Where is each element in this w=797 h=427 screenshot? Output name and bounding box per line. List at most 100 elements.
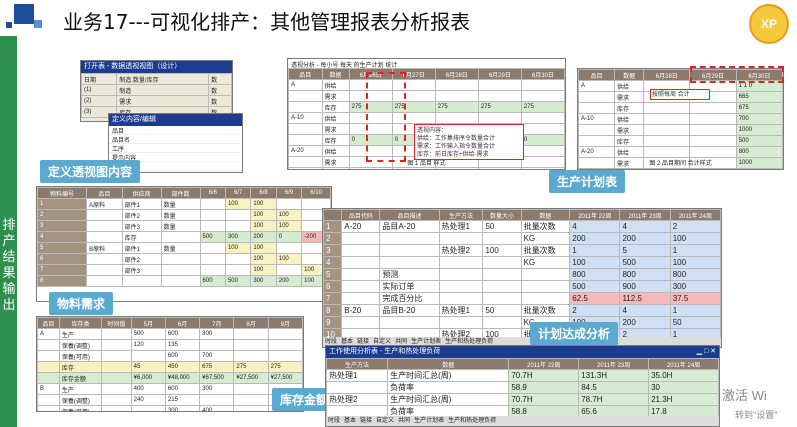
- table-row: 9KG10020050: [323, 316, 721, 329]
- table-cell: 制造.数量/库存: [116, 73, 210, 85]
- table-cell: 7: [323, 292, 343, 305]
- table-cell: [199, 209, 226, 221]
- table-cell: 数量: [160, 209, 201, 221]
- table-cell: 5: [37, 242, 88, 254]
- table-cell: [224, 264, 252, 276]
- table-row: 1 A原料 部件1 数量 100 100: [37, 198, 331, 210]
- minimize-icon[interactable]: ▁: [697, 348, 702, 355]
- table-cell: 275: [434, 101, 479, 113]
- table-cell: 70.7H: [508, 393, 580, 406]
- table-row: 库存 500: [578, 135, 783, 147]
- table-cell: 400: [199, 405, 235, 411]
- table-header-row: 物料编号 品目 供应商 部件数 6/6 6/7 6/8 6/9 6/10: [37, 187, 331, 199]
- table-cell: 200: [619, 316, 671, 329]
- column-header: 库存类: [58, 317, 103, 329]
- table-cell: 100: [275, 209, 303, 221]
- column-header: 生产方法: [438, 209, 484, 221]
- table-cell: [37, 350, 60, 362]
- column-header: 部件数: [160, 187, 201, 199]
- table-cell: [482, 316, 522, 329]
- table-cell: 保養(可用): [58, 350, 103, 362]
- table-cell: 4: [569, 220, 621, 233]
- table-cell: 112.5: [619, 292, 671, 305]
- table-cell: 日期: [81, 73, 118, 85]
- table-cell: [86, 264, 123, 276]
- table-cell: [520, 145, 565, 157]
- table-cell: [438, 292, 484, 305]
- table-row: B 生产 400 600 300: [37, 383, 303, 395]
- sheet-tab[interactable]: 生产和热处理负荷: [448, 418, 496, 424]
- table-cell: 1: [37, 198, 88, 210]
- table-cell: 275: [233, 361, 269, 373]
- table-header-row: 生产方法 数据 2011年 22周 2011年 23周 2011年 24周: [326, 358, 719, 370]
- sheet-tab[interactable]: 链接: [360, 418, 372, 424]
- sheet-tab[interactable]: 基本: [344, 418, 356, 424]
- table-cell: 3: [37, 220, 88, 232]
- table-cell: 3: [323, 244, 343, 257]
- table-cell: 需求: [613, 91, 645, 103]
- column-header: 数量大小: [482, 209, 522, 221]
- load-title: 工作使用分析表 - 生产和热处理负荷: [329, 348, 441, 355]
- table-cell: [434, 167, 479, 169]
- weekly-total-screenshot: 品目 数据 6月28日 6月29日 6月30日 A 供给 1 1 0 需求 665 库存 675 A-1…: [577, 68, 784, 170]
- table-cell: 131.3H: [578, 369, 650, 382]
- table-row: 日期 制造.数量/库存数: [81, 73, 232, 85]
- table-cell: [477, 112, 522, 124]
- table-row: 4 库存 500 300 200 0 -200: [37, 231, 331, 243]
- table-cell: [391, 167, 436, 169]
- table-cell: 热处理2: [438, 244, 484, 257]
- table-cell: 库存金额: [58, 372, 103, 384]
- table-cell: 数: [208, 73, 232, 85]
- table-cell: 800: [569, 268, 621, 281]
- sheet-tab[interactable]: 时段: [328, 418, 340, 424]
- table-cell: ¥6,000: [130, 372, 166, 384]
- table-cell: [233, 394, 269, 406]
- table-row: 1 A-20 品目A-20 热处理1 50 批量次数 4 4 2: [323, 220, 721, 233]
- table-cell: (1): [81, 84, 118, 96]
- table-cell: [288, 167, 323, 169]
- dialog-item[interactable]: 品目名: [109, 135, 242, 144]
- table-cell: [348, 167, 393, 169]
- column-header: 品目: [578, 69, 615, 81]
- table-cell: ¥67,500: [199, 372, 235, 384]
- table-cell: 供给: [321, 112, 350, 124]
- table-cell: 需求: [321, 90, 350, 102]
- table-cell: 300: [250, 275, 277, 287]
- weekly-dashed-box: [690, 66, 784, 83]
- table-cell: 6: [37, 253, 88, 265]
- table-cell: 供给: [321, 79, 350, 91]
- table-cell: [101, 350, 132, 362]
- table-cell: [520, 90, 565, 102]
- table-header-row: 品目 库存类 时间值 5月 6月 7月 8月 9月: [37, 317, 303, 329]
- table-cell: [341, 268, 381, 281]
- table-cell: 热处理1: [438, 220, 484, 233]
- table-cell: [689, 113, 737, 125]
- table-row: 保養(调整) 120 135: [37, 339, 303, 351]
- table-cell: 保養(可用): [58, 405, 103, 411]
- sheet-tab[interactable]: 生产计划表: [414, 418, 444, 424]
- maximize-icon[interactable]: □: [704, 348, 708, 355]
- table-cell: 700: [735, 113, 783, 125]
- table-cell: 100: [669, 256, 721, 269]
- table-row: 5 预测 800 800 800: [323, 268, 721, 281]
- close-icon[interactable]: ✕: [710, 348, 716, 355]
- table-cell: 9: [323, 316, 343, 329]
- table-cell: 500: [619, 256, 671, 269]
- table-cell: [379, 316, 440, 329]
- dialog-item[interactable]: 品目: [109, 126, 242, 135]
- sheet-tab[interactable]: 自定义: [376, 418, 394, 424]
- dialog-item[interactable]: 工序: [109, 144, 242, 153]
- table-row: 库存 675: [578, 102, 783, 114]
- load-analysis-screenshot: 工作使用分析表 - 生产和热处理负荷 ▁ □ ✕ 生产方法 数据 2011年 22周…: [325, 345, 720, 427]
- plan-achievement-screenshot: 品目代码 品目描述 生产方法 数量大小 数据 2011年 22周 2011年 23周 2011…: [322, 208, 722, 348]
- sheet-tab[interactable]: 共同: [398, 418, 410, 424]
- note-line: 需求：工作输入指令数量合计: [417, 144, 496, 150]
- column-header: 7月: [199, 317, 235, 329]
- table-cell: 100: [275, 220, 303, 232]
- table-row: 热处理1 生产时间汇总(周) 70.7H 131.3H 35.0H: [326, 369, 719, 382]
- table-cell: 2: [569, 304, 621, 317]
- table-cell: 800: [669, 268, 721, 281]
- table-cell: ¥27,500: [233, 372, 269, 384]
- table-cell: [477, 79, 522, 91]
- column-header: 2011年 22周: [569, 209, 621, 221]
